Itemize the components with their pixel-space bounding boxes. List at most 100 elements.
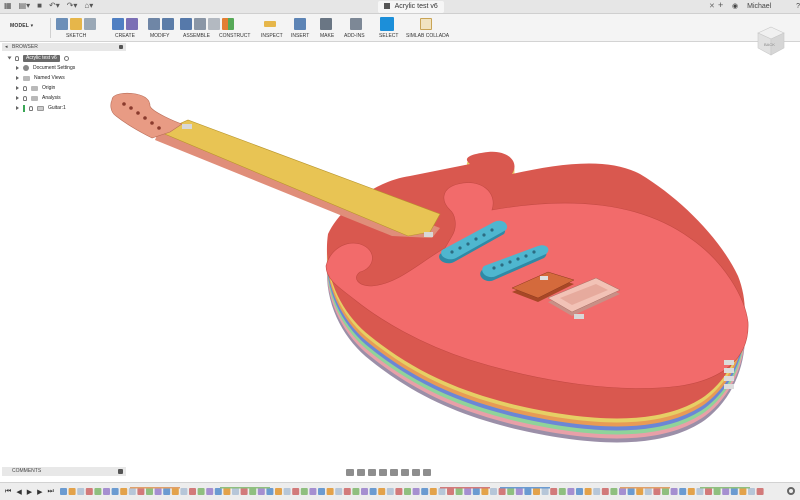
timeline-feature-icon[interactable] — [352, 488, 360, 495]
file-menu-icon[interactable]: ▤▾ — [19, 1, 31, 10]
fretboard[interactable] — [159, 119, 441, 237]
timeline-feature-icon[interactable] — [326, 488, 334, 495]
timeline-feature-icon[interactable] — [644, 488, 652, 495]
timeline-feature-icon[interactable] — [498, 488, 506, 495]
timeline-feature-icon[interactable] — [171, 488, 179, 495]
timeline-feature-icon[interactable] — [361, 488, 368, 495]
go-to-start-icon[interactable]: ⏮ — [5, 488, 11, 496]
timeline-feature-icon[interactable] — [180, 488, 188, 495]
timeline-feature-icon[interactable] — [94, 488, 102, 495]
timeline-feature-icon[interactable] — [120, 488, 128, 495]
timeline-feature-icon[interactable] — [619, 488, 626, 495]
timeline-feature-icon[interactable] — [404, 488, 411, 495]
timeline-feature-icon[interactable] — [378, 488, 386, 495]
timeline-feature-icon[interactable] — [318, 488, 325, 495]
timeline-feature-icon[interactable] — [206, 488, 214, 495]
addins-group[interactable]: ADD-INS — [344, 16, 365, 42]
inspect-group[interactable]: INSPECT — [261, 16, 283, 42]
timeline-feature-icon[interactable] — [739, 488, 747, 495]
line-icon[interactable] — [70, 18, 82, 30]
timeline-feature-icon[interactable] — [507, 488, 515, 495]
timeline-feature-icon[interactable] — [292, 488, 300, 495]
sketch-group[interactable]: SKETCH — [56, 16, 96, 42]
timeline-feature-icon[interactable] — [163, 488, 171, 495]
zoom-icon[interactable] — [379, 468, 387, 476]
add-comment-icon[interactable] — [118, 469, 123, 474]
insert-image-icon[interactable] — [294, 18, 306, 30]
close-tab-icon[interactable]: ✕ — [709, 2, 715, 10]
measure-icon[interactable] — [264, 21, 276, 27]
fillet-icon[interactable] — [162, 18, 174, 30]
timeline-feature-strip[interactable] — [60, 487, 780, 497]
offset-plane-icon[interactable] — [222, 18, 234, 30]
timeline-feature-icon[interactable] — [335, 488, 343, 495]
timeline-feature-icon[interactable] — [275, 488, 282, 495]
select-group[interactable]: SELECT — [379, 16, 398, 42]
timeline-feature-icon[interactable] — [687, 488, 695, 495]
timeline-feature-icon[interactable] — [455, 488, 463, 495]
timeline-feature-icon[interactable] — [748, 488, 755, 495]
timeline-feature-icon[interactable] — [472, 488, 480, 495]
make-group[interactable]: MAKE — [320, 16, 334, 42]
rectangle-icon[interactable] — [84, 18, 96, 30]
timeline-feature-icon[interactable] — [679, 488, 687, 495]
timeline-feature-icon[interactable] — [421, 488, 429, 495]
timeline-feature-icon[interactable] — [249, 488, 257, 495]
model-viewport[interactable] — [0, 42, 800, 466]
fit-icon[interactable] — [390, 468, 398, 476]
timeline-feature-icon[interactable] — [438, 488, 446, 495]
joint-icon[interactable] — [194, 18, 206, 30]
timeline-feature-icon[interactable] — [214, 488, 222, 495]
timeline-feature-icon[interactable] — [103, 488, 110, 495]
timeline-feature-icon[interactable] — [722, 488, 730, 495]
grid-settings-icon[interactable] — [412, 468, 420, 476]
timeline-feature-icon[interactable] — [309, 488, 317, 495]
app-grid-icon[interactable]: ▦ — [4, 1, 12, 10]
step-back-icon[interactable]: ◀ — [16, 488, 21, 496]
assemble-group[interactable]: ASSEMBLE — [180, 16, 220, 42]
look-at-icon[interactable] — [357, 468, 365, 476]
timeline-feature-icon[interactable] — [481, 488, 489, 495]
timeline-feature-icon[interactable] — [464, 488, 472, 495]
display-settings-icon[interactable] — [401, 468, 409, 476]
timeline-feature-icon[interactable] — [154, 488, 162, 495]
timeline-feature-icon[interactable] — [541, 488, 549, 495]
timeline-feature-icon[interactable] — [257, 488, 265, 495]
3d-print-icon[interactable] — [320, 18, 332, 30]
timeline-feature-icon[interactable] — [300, 488, 308, 495]
timeline-feature-icon[interactable] — [558, 488, 566, 495]
timeline-feature-icon[interactable] — [662, 488, 669, 495]
timeline-feature-icon[interactable] — [369, 488, 377, 495]
as-built-joint-icon[interactable] — [208, 18, 220, 30]
timeline-feature-icon[interactable] — [653, 488, 661, 495]
timeline-feature-icon[interactable] — [137, 488, 145, 495]
timeline-feature-icon[interactable] — [77, 488, 85, 495]
timeline-feature-icon[interactable] — [240, 488, 248, 495]
timeline-feature-icon[interactable] — [713, 488, 721, 495]
undo-icon[interactable]: ↶▾ — [49, 1, 60, 10]
timeline-feature-icon[interactable] — [189, 488, 196, 495]
timeline-feature-icon[interactable] — [636, 488, 644, 495]
timeline-feature-icon[interactable] — [730, 488, 738, 495]
pan-icon[interactable] — [368, 468, 376, 476]
comments-panel[interactable]: COMMENTS — [2, 467, 126, 476]
timeline-feature-icon[interactable] — [627, 488, 635, 495]
timeline-feature-icon[interactable] — [696, 488, 704, 495]
timeline-feature-icon[interactable] — [429, 488, 437, 495]
headstock[interactable] — [110, 92, 183, 139]
modify-group[interactable]: MODIFY — [148, 16, 174, 42]
timeline-feature-icon[interactable] — [576, 488, 583, 495]
timeline-feature-icon[interactable] — [223, 488, 231, 495]
insert-group[interactable]: INSERT — [291, 16, 309, 42]
extrude-icon[interactable] — [112, 18, 124, 30]
timeline-feature-icon[interactable] — [601, 488, 609, 495]
create-sketch-icon[interactable] — [56, 18, 68, 30]
workspace-switcher[interactable]: MODEL ▾ — [10, 23, 33, 29]
timeline-feature-icon[interactable] — [128, 488, 136, 495]
timeline-feature-icon[interactable] — [412, 488, 420, 495]
timeline-feature-icon[interactable] — [567, 488, 575, 495]
timeline-feature-icon[interactable] — [550, 488, 558, 495]
redo-icon[interactable]: ↷▾ — [67, 1, 78, 10]
timeline-feature-icon[interactable] — [197, 488, 205, 495]
new-component-icon[interactable] — [180, 18, 192, 30]
